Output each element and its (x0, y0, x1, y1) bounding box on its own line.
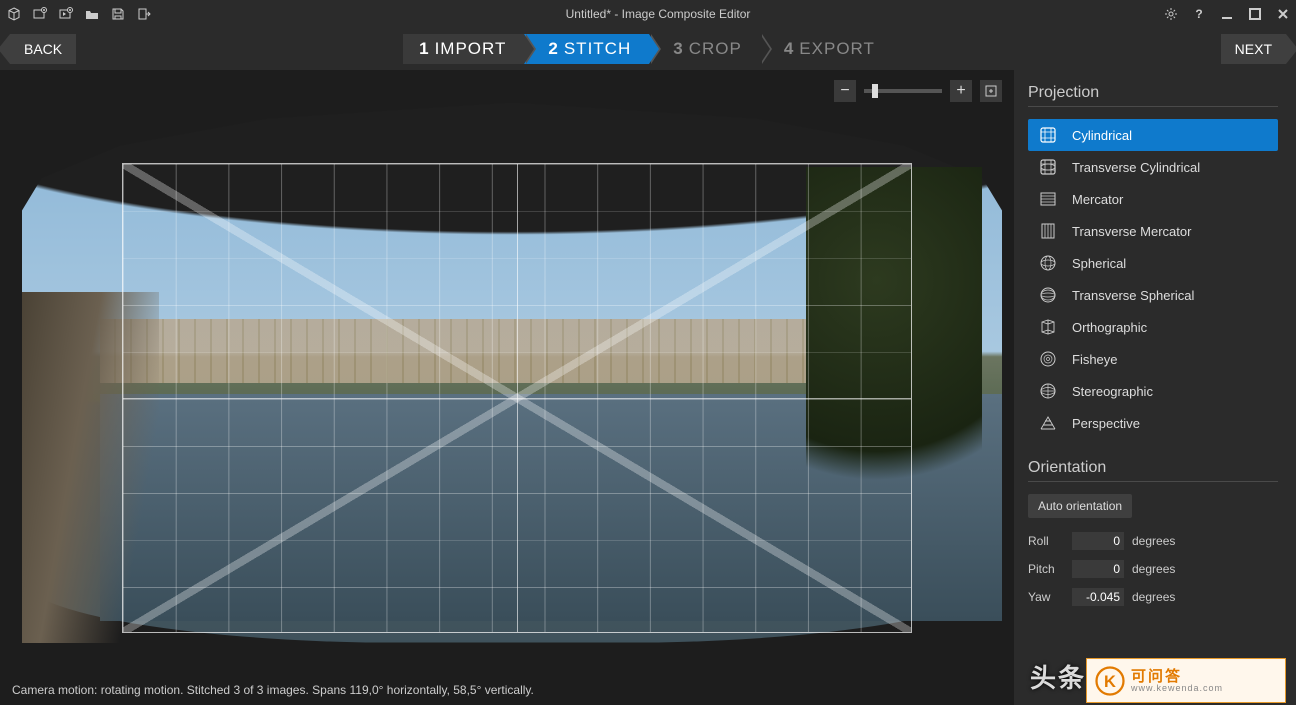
watermark-badge: K 可问答 www.kewenda.com (1086, 658, 1286, 703)
window-title: Untitled* - Image Composite Editor (152, 7, 1164, 21)
toolbar-left (6, 6, 152, 22)
orientation-title: Orientation (1028, 459, 1278, 482)
watermark-brand: 可问答 (1131, 669, 1223, 684)
step-stitch[interactable]: 2STITCH (524, 34, 649, 64)
projection-label: Transverse Cylindrical (1072, 160, 1200, 175)
yaw-unit: degrees (1132, 590, 1278, 604)
mercator-icon (1038, 189, 1058, 209)
title-bar-right: ? (1164, 7, 1290, 21)
help-icon[interactable]: ? (1192, 7, 1206, 21)
roll-label: Roll (1028, 534, 1064, 548)
projection-spherical[interactable]: Spherical (1028, 247, 1278, 279)
steps: 1IMPORT 2STITCH 3CROP 4EXPORT (403, 34, 893, 64)
roll-input[interactable] (1072, 532, 1124, 550)
projection-transverse-cylindrical[interactable]: Transverse Cylindrical (1028, 151, 1278, 183)
open-icon[interactable] (84, 6, 100, 22)
settings-icon[interactable] (1164, 7, 1178, 21)
yaw-row: Yaw degrees (1028, 586, 1278, 608)
main-body: − + (0, 70, 1296, 705)
save-icon[interactable] (110, 6, 126, 22)
step-bar: BACK 1IMPORT 2STITCH 3CROP 4EXPORT NEXT (0, 28, 1296, 70)
projection-stereographic[interactable]: Stereographic (1028, 375, 1278, 407)
step-export[interactable]: 4EXPORT (760, 34, 893, 64)
projection-label: Cylindrical (1072, 128, 1132, 143)
projection-label: Orthographic (1072, 320, 1147, 335)
new-pano-icon[interactable] (32, 6, 48, 22)
projection-title: Projection (1028, 84, 1278, 107)
fisheye-icon (1038, 349, 1058, 369)
stereographic-icon (1038, 381, 1058, 401)
title-bar: Untitled* - Image Composite Editor ? (0, 0, 1296, 28)
roll-unit: degrees (1132, 534, 1278, 548)
minimize-icon[interactable] (1220, 7, 1234, 21)
svg-text:K: K (1104, 673, 1116, 691)
perspective-icon (1038, 413, 1058, 433)
watermark-logo-icon: K (1095, 666, 1125, 696)
transverse-spherical-icon (1038, 285, 1058, 305)
zoom-out-button[interactable]: − (834, 80, 856, 102)
yaw-input[interactable] (1072, 588, 1124, 606)
side-panel: Projection Cylindrical Transverse Cylind… (1014, 70, 1296, 705)
back-button[interactable]: BACK (10, 34, 76, 64)
zoom-thumb[interactable] (872, 84, 878, 98)
zoom-toolbar: − + (834, 80, 1002, 102)
zoom-fit-button[interactable] (980, 80, 1002, 102)
pitch-unit: degrees (1132, 562, 1278, 576)
pitch-label: Pitch (1028, 562, 1064, 576)
projection-label: Stereographic (1072, 384, 1153, 399)
projection-grid[interactable] (122, 163, 912, 633)
step-import[interactable]: 1IMPORT (403, 34, 524, 64)
orthographic-icon (1038, 317, 1058, 337)
spherical-icon (1038, 253, 1058, 273)
projection-label: Mercator (1072, 192, 1123, 207)
app-window: Untitled* - Image Composite Editor ? BAC… (0, 0, 1296, 705)
status-text: Camera motion: rotating motion. Stitched… (12, 683, 534, 697)
projection-label: Transverse Mercator (1072, 224, 1191, 239)
yaw-label: Yaw (1028, 590, 1064, 604)
projection-fisheye[interactable]: Fisheye (1028, 343, 1278, 375)
maximize-icon[interactable] (1248, 7, 1262, 21)
zoom-in-button[interactable]: + (950, 80, 972, 102)
projection-cylindrical[interactable]: Cylindrical (1028, 119, 1278, 151)
projection-label: Spherical (1072, 256, 1126, 271)
projection-label: Fisheye (1072, 352, 1118, 367)
close-icon[interactable] (1276, 7, 1290, 21)
auto-orientation-button[interactable]: Auto orientation (1028, 494, 1132, 518)
pitch-row: Pitch degrees (1028, 558, 1278, 580)
projection-transverse-mercator[interactable]: Transverse Mercator (1028, 215, 1278, 247)
roll-row: Roll degrees (1028, 530, 1278, 552)
canvas-area: − + (0, 70, 1014, 705)
status-bar: Camera motion: rotating motion. Stitched… (0, 675, 1014, 705)
step-crop[interactable]: 3CROP (649, 34, 760, 64)
zoom-slider[interactable] (864, 89, 942, 93)
panorama-image (22, 103, 1002, 643)
watermark-url: www.kewenda.com (1131, 684, 1223, 693)
projection-transverse-spherical[interactable]: Transverse Spherical (1028, 279, 1278, 311)
transverse-cylindrical-icon (1038, 157, 1058, 177)
cube-icon[interactable] (6, 6, 22, 22)
projection-list: Cylindrical Transverse Cylindrical Merca… (1028, 119, 1278, 439)
projection-label: Perspective (1072, 416, 1140, 431)
export-icon[interactable] (136, 6, 152, 22)
new-from-video-icon[interactable] (58, 6, 74, 22)
transverse-mercator-icon (1038, 221, 1058, 241)
projection-label: Transverse Spherical (1072, 288, 1194, 303)
cylindrical-icon (1038, 125, 1058, 145)
next-button[interactable]: NEXT (1221, 34, 1286, 64)
projection-mercator[interactable]: Mercator (1028, 183, 1278, 215)
pitch-input[interactable] (1072, 560, 1124, 578)
svg-text:?: ? (1195, 7, 1202, 21)
preview-viewport[interactable] (18, 80, 1006, 665)
projection-perspective[interactable]: Perspective (1028, 407, 1278, 439)
projection-orthographic[interactable]: Orthographic (1028, 311, 1278, 343)
overlay-watermark-text: 头条 (1030, 658, 1086, 695)
